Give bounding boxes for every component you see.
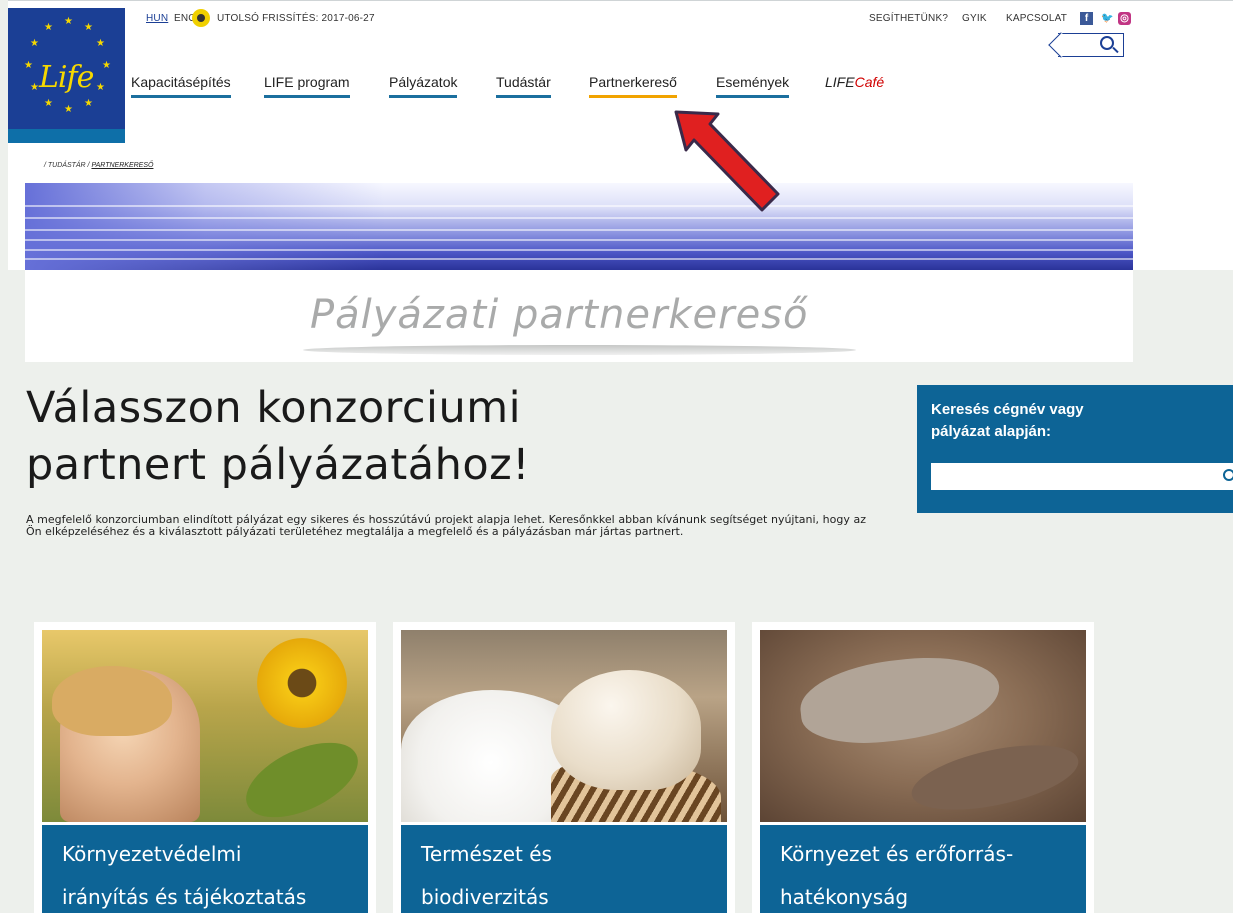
banner-page-line: [25, 217, 1133, 219]
facebook-icon[interactable]: f: [1080, 12, 1093, 25]
help-link[interactable]: SEGÍTHETÜNK?: [869, 13, 948, 24]
banner-page-line: [25, 249, 1133, 251]
partner-search-label-line2: pályázat alapján:: [931, 423, 1052, 440]
sunflower-shape: [257, 638, 347, 728]
last-update-text: UTOLSÓ FRISSÍTÉS: 2017-06-27: [217, 13, 375, 24]
banner-page-line: [25, 258, 1133, 260]
logo-swoosh: [8, 129, 125, 143]
child-sunflower-image: [42, 630, 368, 822]
card-caption-line1: Környezet és erőforrás-: [780, 842, 1014, 866]
eu-star-icon: ★: [44, 22, 53, 33]
card-caption-text: Természet és biodiverzitás: [421, 833, 721, 913]
eu-star-icon: ★: [30, 82, 39, 93]
eu-star-icon: ★: [30, 38, 39, 49]
nav-lifecafe-life: LIFE: [825, 74, 855, 90]
banner-shade: [25, 183, 385, 270]
hero-banner-image: [25, 183, 1133, 270]
card-caption[interactable]: Környezet és erőforrás- hatékonyság: [760, 825, 1086, 913]
card-caption-line2: biodiverzitás: [421, 885, 549, 909]
puddle-shape: [796, 649, 1004, 751]
search-icon[interactable]: [1223, 469, 1233, 481]
rut-shape: [906, 732, 1084, 822]
nav-palyazatok[interactable]: Pályázatok: [389, 74, 458, 98]
eu-star-icon: ★: [64, 16, 73, 27]
banner-page-line: [25, 229, 1133, 231]
breadcrumb: / TUDÁSTÁR / PARTNERKERESŐ: [44, 162, 153, 169]
card-caption-text: Környezet és erőforrás- hatékonyság: [780, 833, 1080, 913]
card-caption[interactable]: Természet és biodiverzitás: [401, 825, 727, 913]
eu-star-icon: ★: [24, 60, 33, 71]
partner-search-box: Keresés cégnév vagy pályázat alapján:: [917, 385, 1233, 513]
hair-shape: [52, 666, 172, 736]
breadcrumb-parent[interactable]: / TUDÁSTÁR /: [44, 162, 90, 169]
main-headline: Válasszon konzorciumi partnert pályázatá…: [26, 380, 746, 494]
card-caption-line1: Környezetvédelmi: [62, 842, 242, 866]
card-caption-line2: irányítás és tájékoztatás: [62, 885, 307, 909]
bird-shape: [551, 670, 701, 790]
breadcrumb-current[interactable]: PARTNERKERESŐ: [91, 162, 153, 169]
partner-search-input[interactable]: [931, 463, 1233, 490]
eu-star-icon: ★: [96, 82, 105, 93]
eu-star-icon: ★: [64, 104, 73, 115]
twitter-icon[interactable]: 🐦: [1101, 12, 1114, 25]
page-title: Pályázati partnerkereső: [310, 292, 809, 338]
category-card-nature-biodiversity[interactable]: Természet és biodiverzitás: [393, 622, 735, 913]
category-card-environmental-governance[interactable]: Környezetvédelmi irányítás és tájékoztat…: [34, 622, 376, 913]
great-bustard-image: [401, 630, 727, 822]
partner-search-label-line1: Keresés cégnév vagy: [931, 401, 1084, 418]
card-caption-line1: Természet és: [421, 842, 552, 866]
nav-life-program[interactable]: LIFE program: [264, 74, 350, 98]
nav-tudastar[interactable]: Tudástár: [496, 74, 551, 98]
headline-line-2: partnert pályázatához!: [26, 440, 530, 490]
eu-star-icon: ★: [84, 98, 93, 109]
card-caption-line2: hatékonyság: [780, 885, 909, 909]
contact-link[interactable]: KAPCSOLAT: [1006, 13, 1067, 24]
mud-soil-image: [760, 630, 1086, 822]
lang-hun-link[interactable]: HUN: [146, 13, 168, 24]
card-caption-text: Környezetvédelmi irányítás és tájékoztat…: [62, 833, 362, 913]
intro-text: A megfelelő konzorciumban elindított pál…: [26, 513, 866, 538]
nav-lifecafe[interactable]: LIFECafé: [825, 74, 884, 95]
card-caption[interactable]: Környezetvédelmi irányítás és tájékoztat…: [42, 825, 368, 913]
eu-star-icon: ★: [102, 60, 111, 71]
eu-star-icon: ★: [84, 22, 93, 33]
life-logo[interactable]: ★ ★ ★ ★ ★ ★ ★ ★ ★ ★ ★ ★ Life: [8, 8, 125, 143]
eu-star-icon: ★: [44, 98, 53, 109]
header-search[interactable]: [1058, 33, 1124, 57]
partner-search-label: Keresés cégnév vagy pályázat alapján:: [931, 399, 1171, 443]
category-card-resource-efficiency[interactable]: Környezet és erőforrás- hatékonyság: [752, 622, 1094, 913]
nav-partnerkereso[interactable]: Partnerkereső: [589, 74, 677, 98]
logo-wordmark: Life: [39, 60, 94, 95]
nav-esemenyek[interactable]: Események: [716, 74, 790, 98]
instagram-icon[interactable]: ◎: [1118, 12, 1131, 25]
banner-page-line: [25, 239, 1133, 241]
faq-link[interactable]: GYIK: [962, 13, 987, 24]
nav-kapacitasepites[interactable]: Kapacitásépítés: [131, 74, 231, 98]
headline-line-1: Válasszon konzorciumi: [26, 383, 522, 433]
search-icon[interactable]: [1100, 36, 1114, 50]
nav-lifecafe-cafe: Café: [854, 74, 885, 90]
leaf-shape: [234, 727, 368, 822]
eu-star-icon: ★: [96, 38, 105, 49]
banner-page-line: [25, 205, 1133, 207]
title-underline: [303, 345, 856, 355]
accessibility-icon[interactable]: [192, 9, 210, 27]
